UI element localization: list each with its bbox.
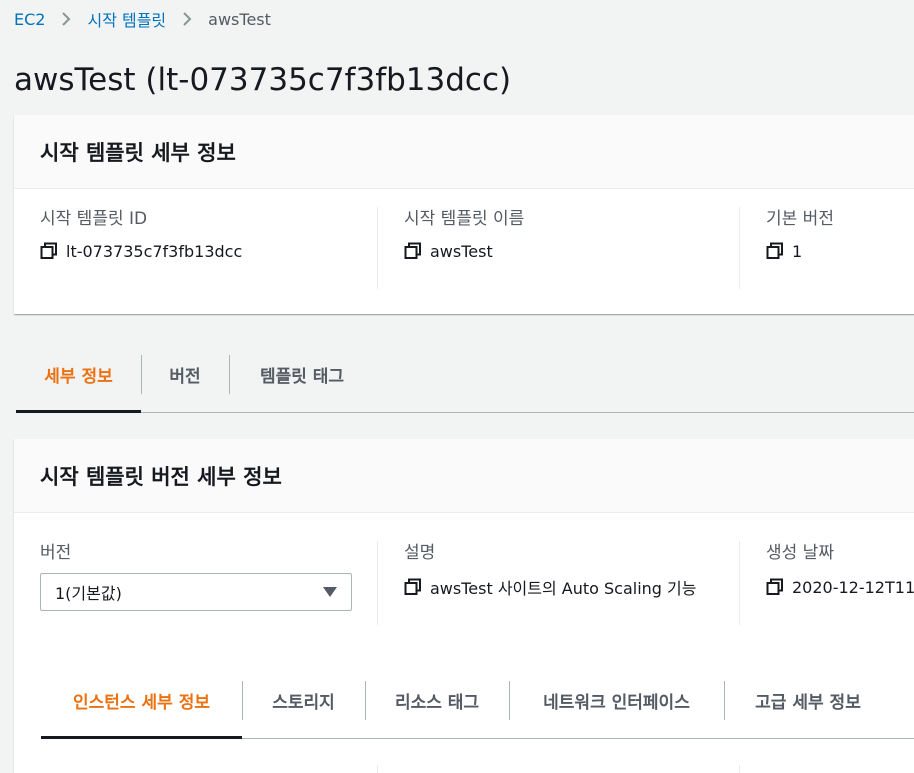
template-id-value: lt-073735c7f3fb13dcc: [66, 241, 243, 261]
version-grid: 버전 1(기본값) 설명 awsTest 사이트의 Auto Scaling 기…: [14, 513, 914, 625]
field-label: 설명: [404, 543, 436, 563]
breadcrumb-ec2-link[interactable]: EC2: [14, 10, 45, 29]
field-value: awsTest 사이트의 Auto Scaling 기능: [404, 575, 739, 599]
version-select[interactable]: 1(기본값): [40, 573, 352, 611]
tab-storage[interactable]: 스토리지: [242, 663, 365, 738]
field-value: lt-073735c7f3fb13dcc: [40, 239, 377, 263]
chevron-right-icon: [182, 11, 192, 27]
field-label: 시작 템플릿 ID: [40, 209, 148, 229]
page-title: awsTest (lt-073735c7f3fb13dcc): [14, 62, 512, 98]
card-header: 시작 템플릿 버전 세부 정보: [14, 439, 914, 513]
version-details-card: 시작 템플릿 버전 세부 정보 버전 1(기본값) 설명 awsTest 사이트…: [14, 439, 914, 773]
version-field: 버전 1(기본값): [14, 541, 377, 625]
default-version-field: 기본 버전 1: [739, 207, 914, 289]
description-value: awsTest 사이트의 Auto Scaling 기능: [430, 579, 697, 598]
copy-icon[interactable]: [766, 578, 784, 596]
tab-details[interactable]: 세부 정보: [16, 337, 141, 413]
copy-icon[interactable]: [404, 242, 422, 260]
template-name-value: awsTest: [430, 241, 493, 261]
tab-template-tags[interactable]: 템플릿 태그: [229, 337, 375, 412]
created-date-value: 2020-12-12T11: [792, 577, 914, 597]
field-value: 2020-12-12T11: [766, 575, 914, 599]
tab-network-interfaces[interactable]: 네트워크 인터페이스: [509, 663, 724, 738]
template-name-field: 시작 템플릿 이름 awsTest: [377, 207, 739, 289]
card-title: 시작 템플릿 세부 정보: [40, 140, 236, 165]
template-id-field: 시작 템플릿 ID lt-073735c7f3fb13dcc: [14, 207, 377, 289]
created-date-field: 생성 날짜 2020-12-12T11: [739, 541, 914, 625]
caret-down-icon: [323, 587, 337, 597]
column-divider: [739, 765, 740, 773]
default-version-value: 1: [792, 241, 803, 261]
card-header: 시작 템플릿 세부 정보: [14, 115, 914, 189]
tab-instance-details[interactable]: 인스턴스 세부 정보: [41, 663, 242, 739]
field-label: 기본 버전: [766, 209, 834, 229]
field-value: 1: [766, 239, 914, 263]
field-label: 생성 날짜: [766, 543, 834, 563]
column-divider: [377, 765, 378, 773]
launch-template-details-card: 시작 템플릿 세부 정보 시작 템플릿 ID lt-073735c7f3fb13…: [14, 115, 914, 314]
copy-icon[interactable]: [40, 242, 58, 260]
card-title: 시작 템플릿 버전 세부 정보: [40, 464, 282, 489]
field-label: 버전: [40, 543, 72, 563]
description-field: 설명 awsTest 사이트의 Auto Scaling 기능: [377, 541, 739, 625]
tab-advanced-details[interactable]: 고급 세부 정보: [724, 663, 892, 738]
breadcrumb: EC2 시작 템플릿 awsTest: [14, 7, 271, 31]
copy-icon[interactable]: [404, 578, 422, 596]
field-label: 시작 템플릿 이름: [404, 209, 525, 229]
tab-resource-tags[interactable]: 리소스 태그: [365, 663, 509, 738]
breadcrumb-launch-templates-link[interactable]: 시작 템플릿: [87, 7, 166, 31]
breadcrumb-current: awsTest: [208, 9, 271, 29]
details-grid: 시작 템플릿 ID lt-073735c7f3fb13dcc 시작 템플릿 이름…: [14, 189, 914, 289]
copy-icon[interactable]: [766, 242, 784, 260]
main-tabs: 세부 정보 버전 템플릿 태그: [16, 337, 914, 413]
field-value: awsTest: [404, 239, 739, 263]
version-select-value: 1(기본값): [55, 584, 122, 603]
tab-versions[interactable]: 버전: [141, 337, 229, 412]
version-sub-tabs: 인스턴스 세부 정보 스토리지 리소스 태그 네트워크 인터페이스 고급 세부 …: [41, 663, 914, 739]
chevron-right-icon: [61, 11, 71, 27]
